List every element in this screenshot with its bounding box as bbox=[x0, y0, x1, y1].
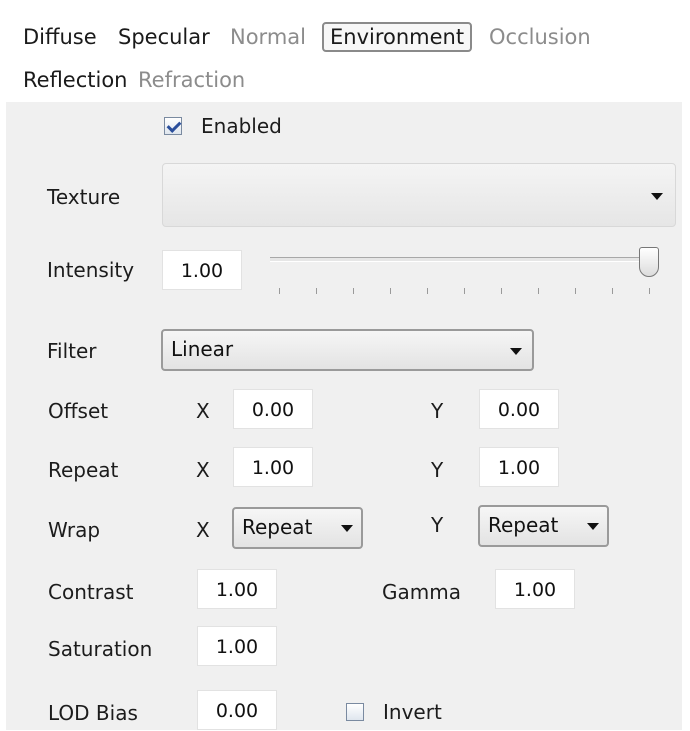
filter-dropdown-icon bbox=[510, 348, 522, 355]
contrast-label: Contrast bbox=[48, 580, 134, 604]
repeat-x-input[interactable]: 1.00 bbox=[233, 447, 313, 487]
lod-bias-label: LOD Bias bbox=[48, 701, 138, 725]
intensity-slider-handle[interactable] bbox=[639, 247, 659, 277]
intensity-input[interactable]: 1.00 bbox=[162, 250, 242, 290]
wrap-x-label: X bbox=[196, 518, 210, 542]
repeat-x-label: X bbox=[196, 458, 210, 482]
filter-select[interactable]: Linear bbox=[161, 329, 534, 371]
lod-bias-input[interactable]: 0.00 bbox=[197, 690, 277, 730]
texture-select[interactable] bbox=[162, 163, 676, 227]
texture-dropdown-icon bbox=[651, 193, 663, 200]
tab-occlusion: Occlusion bbox=[489, 25, 591, 49]
intensity-slider-track[interactable] bbox=[270, 257, 650, 262]
offset-y-input[interactable]: 0.00 bbox=[479, 389, 559, 429]
offset-label: Offset bbox=[48, 399, 109, 423]
tab-environment[interactable]: Environment bbox=[322, 22, 473, 52]
tab-specular[interactable]: Specular bbox=[118, 23, 210, 51]
saturation-label: Saturation bbox=[48, 637, 153, 661]
wrap-label: Wrap bbox=[48, 518, 101, 542]
filter-value: Linear bbox=[171, 337, 234, 361]
wrap-x-dropdown-icon bbox=[341, 525, 353, 532]
repeat-y-label: Y bbox=[431, 458, 444, 482]
saturation-input[interactable]: 1.00 bbox=[197, 626, 277, 666]
tab-reflection[interactable]: Reflection bbox=[23, 66, 128, 94]
offset-y-label: Y bbox=[431, 399, 444, 423]
tab-normal: Normal bbox=[230, 25, 306, 49]
intensity-label: Intensity bbox=[47, 258, 135, 282]
invert-label: Invert bbox=[383, 700, 442, 724]
wrap-y-value: Repeat bbox=[488, 513, 559, 537]
tab-refraction: Refraction bbox=[138, 68, 246, 92]
gamma-label: Gamma bbox=[382, 580, 461, 604]
repeat-y-input[interactable]: 1.00 bbox=[479, 447, 559, 487]
offset-x-input[interactable]: 0.00 bbox=[233, 389, 313, 429]
invert-checkbox[interactable] bbox=[346, 703, 364, 721]
wrap-x-value: Repeat bbox=[242, 515, 313, 539]
enabled-label: Enabled bbox=[201, 114, 282, 138]
tab-diffuse[interactable]: Diffuse bbox=[23, 23, 97, 51]
filter-label: Filter bbox=[47, 339, 97, 363]
wrap-y-label: Y bbox=[431, 513, 444, 537]
repeat-label: Repeat bbox=[48, 458, 119, 482]
offset-x-label: X bbox=[196, 399, 210, 423]
enabled-checkbox[interactable] bbox=[164, 117, 182, 135]
texture-label: Texture bbox=[47, 185, 121, 209]
contrast-input[interactable]: 1.00 bbox=[197, 569, 277, 609]
wrap-y-dropdown-icon bbox=[587, 523, 599, 530]
gamma-input[interactable]: 1.00 bbox=[495, 569, 575, 609]
